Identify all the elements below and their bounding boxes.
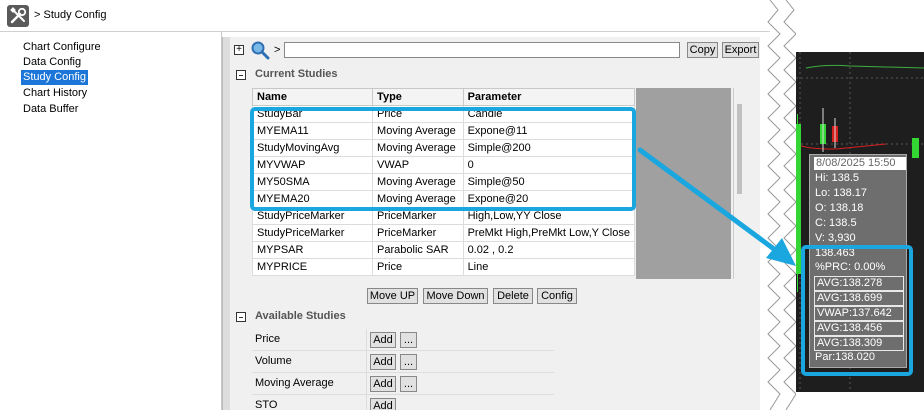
expand-all-icon[interactable]: + [234, 45, 244, 55]
config-button[interactable]: Config [537, 288, 577, 304]
table-empty-area [636, 88, 731, 279]
average-line [805, 64, 924, 69]
config-sidebar: Chart Configure Data Config Study Config… [0, 32, 222, 410]
tools-icon[interactable] [7, 5, 29, 27]
column-header-type[interactable]: Type [372, 88, 464, 106]
torn-edge-divider [767, 0, 796, 410]
collapse-icon[interactable] [236, 70, 246, 80]
toolbar: + > Copy Export [230, 37, 760, 63]
study-name: Price [255, 333, 281, 345]
available-studies-header[interactable]: Available Studies [230, 308, 760, 326]
candle-up [912, 138, 919, 158]
more-button[interactable]: ... [400, 332, 417, 348]
cell-name: StudyPriceMarker [251, 224, 374, 242]
add-button[interactable]: Add [370, 332, 396, 348]
add-button[interactable]: Add [370, 376, 396, 392]
sidebar-item-chart-configure[interactable]: Chart Configure [21, 40, 103, 55]
tooltip-volume: V: 3,930 [815, 232, 856, 244]
list-item: STO Add [252, 395, 554, 410]
current-studies-header[interactable]: Current Studies [230, 66, 760, 84]
tooltip-open: O: 138.18 [815, 202, 864, 214]
export-button[interactable]: Export [722, 42, 759, 58]
move-up-button[interactable]: Move UP [367, 288, 418, 304]
sidebar-item-study-config[interactable]: Study Config [21, 70, 88, 85]
study-name: STO [255, 399, 278, 410]
breadcrumb: > Study Config [34, 9, 107, 21]
tooltip-date: 8/08/2025 15:50 [814, 157, 906, 170]
cell-type: Parabolic SAR [372, 241, 464, 259]
cell-type: Price [372, 258, 464, 276]
title-bar: > Study Config [0, 0, 770, 32]
copy-button[interactable]: Copy [687, 42, 718, 58]
cell-parameter: PreMkt High,PreMkt Low,Y Close [462, 224, 636, 242]
table-scrollbar[interactable] [733, 88, 745, 279]
table-row[interactable]: StudyPriceMarker PriceMarker PreMkt High,P… [251, 224, 636, 242]
divider [366, 351, 367, 373]
list-item: Moving Average Add ... [252, 373, 554, 395]
study-name: Moving Average [255, 377, 334, 389]
add-button[interactable]: Add [370, 398, 396, 410]
column-header-name[interactable]: Name [251, 88, 374, 106]
cell-parameter: Line [462, 258, 636, 276]
section-title: Current Studies [255, 68, 338, 80]
table-header-row: Name Type Parameter [251, 88, 636, 106]
cell-name: MYPRICE [251, 258, 374, 276]
section-title: Available Studies [255, 310, 346, 322]
highlight-callout-values [801, 245, 913, 376]
collapse-icon[interactable] [236, 312, 246, 322]
study-config-panel: + > Copy Export Current Studies Name Typ… [230, 37, 760, 410]
more-button[interactable]: ... [400, 376, 417, 392]
sidebar-item-chart-history[interactable]: Chart History [21, 86, 89, 101]
scrollbar-thumb[interactable] [737, 104, 742, 194]
add-button[interactable]: Add [370, 354, 396, 370]
study-name: Volume [255, 355, 292, 367]
tooltip-close: C: 138.5 [815, 217, 857, 229]
table-row[interactable]: MYPSAR Parabolic SAR 0.02 , 0.2 [251, 241, 636, 259]
move-down-button[interactable]: Move Down [423, 288, 488, 304]
sidebar-item-data-config[interactable]: Data Config [21, 55, 83, 70]
cell-name: MYPSAR [251, 241, 374, 259]
column-header-parameter[interactable]: Parameter [462, 88, 636, 106]
tooltip-high: Hi: 138.5 [815, 172, 860, 184]
delete-button[interactable]: Delete [493, 288, 533, 304]
highlight-callout-studies [250, 107, 636, 211]
search-input[interactable] [284, 42, 680, 58]
list-item: Volume Add ... [252, 351, 554, 373]
more-button[interactable]: ... [400, 354, 417, 370]
list-item: Price Add ... [252, 329, 554, 351]
search-icon[interactable] [250, 40, 270, 60]
cell-type: PriceMarker [372, 224, 464, 242]
divider [366, 329, 367, 351]
table-row[interactable]: MYPRICE Price Line [251, 258, 636, 276]
tooltip-low: Lo: 138.17 [815, 187, 867, 199]
path-prefix: > [274, 44, 281, 56]
cell-parameter: 0.02 , 0.2 [462, 241, 636, 259]
divider [366, 395, 367, 410]
splitter-bar[interactable] [222, 37, 230, 410]
sidebar-item-data-buffer[interactable]: Data Buffer [21, 102, 80, 117]
divider [366, 373, 367, 395]
